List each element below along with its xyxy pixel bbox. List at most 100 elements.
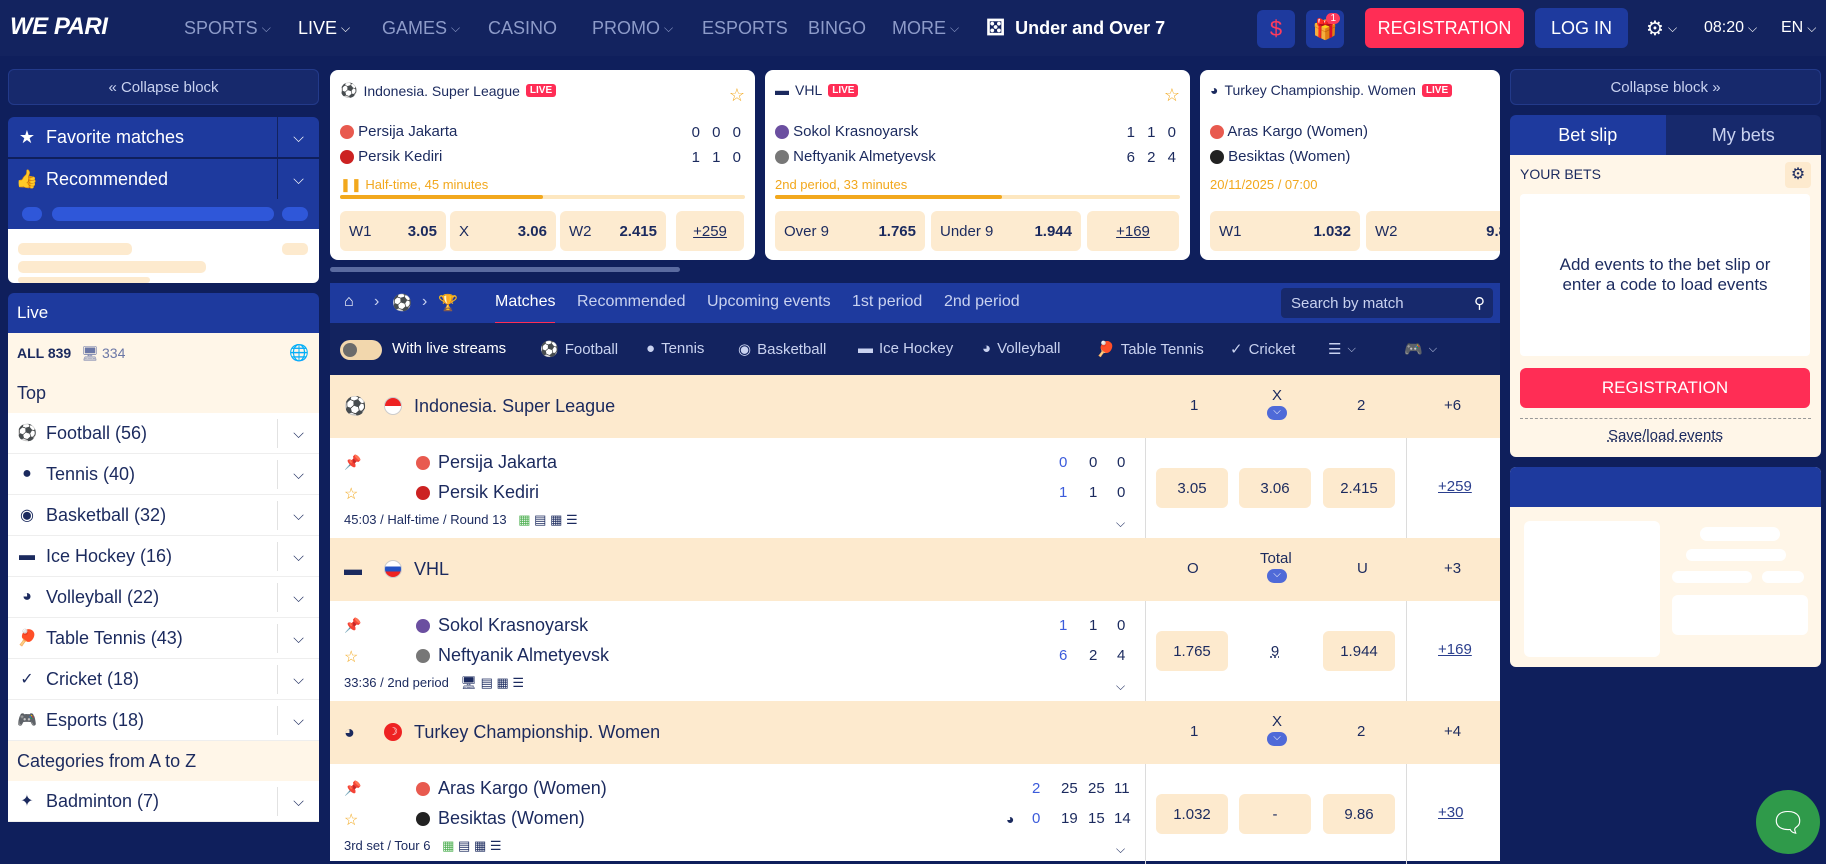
odd-over[interactable]: 1.765 xyxy=(1156,631,1228,671)
football-icon[interactable]: ⚽ xyxy=(392,293,412,313)
more-markets[interactable]: +3 xyxy=(1444,560,1461,577)
monitor-icon[interactable]: 🖥 xyxy=(460,675,477,690)
nav-live[interactable]: LIVE ⌵ xyxy=(298,0,350,56)
odd-w2[interactable]: W2 2.415 xyxy=(560,211,666,251)
chevron-down-icon[interactable]: ⌵ xyxy=(1267,406,1287,420)
collapse-left-button[interactable]: « Collapse block xyxy=(8,69,319,105)
nav-promo[interactable]: PROMO ⌵ xyxy=(592,0,673,56)
login-button[interactable]: LOG IN xyxy=(1535,8,1628,48)
match-row[interactable]: 📌 ☆ Sokol Krasnoyarsk Neftyanik Almetyev… xyxy=(330,601,1500,701)
field-icon[interactable]: ▦ xyxy=(442,838,454,853)
odd-under[interactable]: 1.944 xyxy=(1323,631,1395,671)
nav-games[interactable]: GAMES ⌵ xyxy=(382,0,460,56)
pin-icon[interactable]: 📌 xyxy=(344,617,361,634)
chevron-down-icon[interactable]: ⌵ xyxy=(277,624,319,653)
sidebar-item-tennis[interactable]: ● Tennis (40) ⌵ xyxy=(8,454,319,495)
odd-1[interactable]: 3.05 xyxy=(1156,468,1228,508)
filter-ice-hockey[interactable]: ▬ Ice Hockey xyxy=(858,340,953,357)
chevron-down-icon[interactable]: ⌵ xyxy=(277,501,319,530)
chevron-down-icon[interactable]: ⌵ xyxy=(277,665,319,694)
sidebar-item-esports[interactable]: 🎮 Esports (18) ⌵ xyxy=(8,700,319,741)
stats-icon[interactable]: ▤ xyxy=(458,838,470,853)
odd-w2[interactable]: W29.8 xyxy=(1366,211,1500,251)
recommended[interactable]: 👍 Recommended ⌵ xyxy=(8,159,319,199)
odd-1[interactable]: 1.032 xyxy=(1156,794,1228,834)
live-card-2[interactable]: ▬ VHL LIVE ☆ Sokol Krasnoyarsk Neftyanik A… xyxy=(765,70,1190,260)
league-header[interactable]: ◕ ☽ Turkey Championship. Women 1 X ⌵ 2 +… xyxy=(330,701,1500,764)
more-odds[interactable]: +259 xyxy=(676,211,744,251)
nav-casino[interactable]: CASINO xyxy=(488,0,557,56)
odd-x[interactable]: - xyxy=(1239,794,1311,834)
list-icon[interactable]: ☰ xyxy=(566,512,578,527)
chevron-down-icon[interactable]: ⌵ xyxy=(1267,732,1287,746)
sidebar-item-ice-hockey[interactable]: ▬ Ice Hockey (16) ⌵ xyxy=(8,536,319,577)
more-odds[interactable]: +30 xyxy=(1438,804,1463,821)
filter-table-tennis[interactable]: 🏓 Table Tennis xyxy=(1096,340,1204,359)
tab-my-bets[interactable]: My bets xyxy=(1665,115,1821,155)
sidebar-item-badminton[interactable]: ✦ Badminton (7) ⌵ xyxy=(8,781,319,822)
promo-under-over[interactable]: ⚄ Under and Over 7 xyxy=(986,0,1165,56)
sidebar-item-volleyball[interactable]: ◕ Volleyball (22) ⌵ xyxy=(8,577,319,618)
league-header[interactable]: ⚽ Indonesia. Super League 1 X ⌵ 2 +6 xyxy=(330,375,1500,438)
home-icon[interactable]: ⌂ xyxy=(344,293,354,311)
more-markets[interactable]: +6 xyxy=(1444,397,1461,414)
chevron-down-icon[interactable]: ⌵ xyxy=(277,419,319,448)
filter-basketball[interactable]: ◉ Basketball xyxy=(738,340,826,359)
star-icon[interactable]: ☆ xyxy=(344,484,358,504)
live-card-1[interactable]: ⚽ Indonesia. Super League LIVE ☆ Persija J… xyxy=(330,70,755,260)
odd-w1[interactable]: W1 1.032 xyxy=(1210,211,1360,251)
chevron-down-icon[interactable]: ⌵ xyxy=(277,460,319,489)
registration-button[interactable]: REGISTRATION xyxy=(1365,8,1524,48)
chevron-down-icon[interactable]: ⌵ xyxy=(277,787,319,816)
more-odds[interactable]: +259 xyxy=(1438,478,1472,495)
tab-bet-slip[interactable]: Bet slip xyxy=(1510,115,1666,155)
chart-icon[interactable]: ▦ xyxy=(497,675,509,690)
match-row[interactable]: 📌 ☆ Persija Jakarta Persik Kediri 0 0 0 … xyxy=(330,438,1500,538)
league-header[interactable]: ▬ VHL O Total ⌵ U +3 xyxy=(330,538,1500,601)
tab-recommended[interactable]: Recommended xyxy=(577,293,686,311)
odd-2[interactable]: 9.86 xyxy=(1323,794,1395,834)
filter-cricket[interactable]: ✓ Cricket xyxy=(1230,340,1295,359)
esports-filter-button[interactable]: 🎮 ⌵ xyxy=(1404,340,1437,358)
chevron-down-icon[interactable]: ⌵ xyxy=(277,159,319,199)
gear-icon[interactable]: ⚙ xyxy=(1785,162,1811,188)
more-markets[interactable]: +4 xyxy=(1444,723,1461,740)
sidebar-item-basketball[interactable]: ◉ Basketball (32) ⌵ xyxy=(8,495,319,536)
collapse-right-button[interactable]: Collapse block » xyxy=(1510,69,1821,105)
more-odds[interactable]: +169 xyxy=(1438,641,1472,658)
cards-scrollbar[interactable] xyxy=(330,267,680,272)
nav-bingo[interactable]: BINGO xyxy=(808,0,866,56)
search-input[interactable]: Search by match ⚲ xyxy=(1281,288,1493,318)
all-live-row[interactable]: ALL 839 🖥 334 🌐 xyxy=(8,333,319,373)
chevron-down-icon[interactable]: ⌵ xyxy=(277,542,319,571)
star-icon[interactable]: ☆ xyxy=(344,647,358,667)
field-icon[interactable]: ▦ xyxy=(518,512,530,527)
nav-esports[interactable]: ESPORTS xyxy=(702,0,788,56)
chart-icon[interactable]: ▦ xyxy=(550,512,562,527)
settings-button[interactable]: ⚙ ⌵ xyxy=(1646,0,1677,56)
star-icon[interactable]: ☆ xyxy=(344,810,358,830)
filter-volleyball[interactable]: ◕ Volleyball xyxy=(982,340,1060,357)
odd-2[interactable]: 2.415 xyxy=(1323,468,1395,508)
trophy-icon[interactable]: 🏆 xyxy=(438,293,458,313)
chevron-down-icon[interactable]: ⌵ xyxy=(1116,516,1125,531)
save-load-events[interactable]: Save/load events xyxy=(1510,427,1821,444)
favorite-matches[interactable]: ★ Favorite matches ⌵ xyxy=(8,117,319,157)
sidebar-item-football[interactable]: ⚽ Football (56) ⌵ xyxy=(8,413,319,454)
more-sports-button[interactable]: ☰ ⌵ xyxy=(1328,340,1356,358)
tab-matches[interactable]: Matches xyxy=(495,293,556,324)
chevron-down-icon[interactable]: ⌵ xyxy=(1116,679,1125,694)
live-streams-toggle[interactable] xyxy=(340,340,382,360)
gift-button[interactable]: 🎁 1 xyxy=(1306,10,1344,48)
pin-icon[interactable]: 📌 xyxy=(344,454,361,471)
sidebar-item-table-tennis[interactable]: 🏓 Table Tennis (43) ⌵ xyxy=(8,618,319,659)
list-icon[interactable]: ☰ xyxy=(512,675,524,690)
chevron-down-icon[interactable]: ⌵ xyxy=(277,706,319,735)
stats-icon[interactable]: ▤ xyxy=(481,675,493,690)
chevron-down-icon[interactable]: ⌵ xyxy=(1116,842,1125,857)
chevron-down-icon[interactable]: ⌵ xyxy=(1267,569,1287,583)
odd-over[interactable]: Over 9 1.765 xyxy=(775,211,925,251)
chevron-down-icon[interactable]: ⌵ xyxy=(277,583,319,612)
list-icon[interactable]: ☰ xyxy=(490,838,502,853)
total-value[interactable]: 9 xyxy=(1239,631,1311,671)
